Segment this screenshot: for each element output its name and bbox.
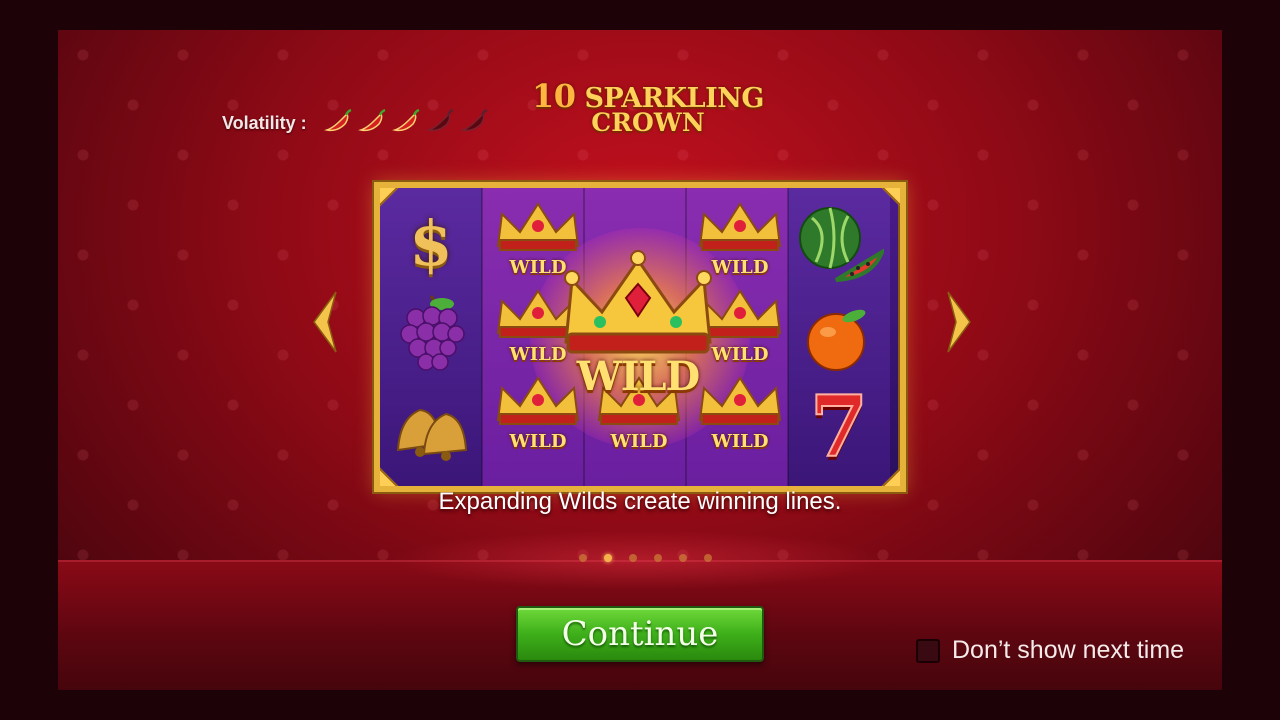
dollar-symbol: $: [409, 206, 453, 280]
bells-icon: [396, 408, 468, 461]
page-indicator: [570, 554, 720, 562]
chili-pepper-icon: [459, 108, 488, 132]
continue-button[interactable]: Continue: [516, 606, 764, 662]
dont-show-label: Don’t show next time: [952, 636, 1185, 664]
watermelon-icon: [799, 207, 884, 282]
volatility-label: Volatility :: [222, 113, 307, 133]
seven-symbol: 7: [809, 376, 869, 477]
orange-icon: [807, 309, 866, 371]
dont-show-checkbox[interactable]: [916, 638, 940, 663]
feature-preview-frame: $ 7 WILD WILD WILD WILD WILD WILD WILD W…: [374, 182, 906, 492]
grapes-icon: [400, 295, 465, 371]
page-dot[interactable]: [653, 554, 662, 562]
chili-pepper-icon: [357, 108, 386, 132]
chili-pepper-icon: [323, 108, 352, 132]
page-dot[interactable]: [628, 554, 637, 562]
chili-pepper-icon: [425, 108, 454, 132]
logo-number: 10: [532, 77, 576, 115]
expanding-wild-symbol: WILD: [556, 250, 720, 400]
next-arrow-icon[interactable]: [944, 290, 974, 354]
chili-pepper-icon: [391, 108, 420, 132]
previous-arrow-icon[interactable]: [310, 290, 340, 354]
crown-icon: [564, 250, 712, 354]
feature-caption: Expanding Wilds create winning lines.: [438, 488, 842, 515]
page-dot[interactable]: [703, 554, 712, 562]
volatility-indicator: Volatility :: [222, 108, 493, 139]
page-dot[interactable]: [678, 554, 687, 562]
dont-show-option[interactable]: Don’t show next time: [916, 636, 1184, 665]
page-dot[interactable]: [603, 554, 612, 562]
volatility-chili-row: [323, 108, 493, 139]
page-dot[interactable]: [578, 554, 587, 562]
game-logo: 10 SPARKLING CROWN: [528, 80, 768, 135]
game-info-screen: Volatility : 10 SPARKLING CROWN $ 7 WILD…: [58, 30, 1222, 690]
